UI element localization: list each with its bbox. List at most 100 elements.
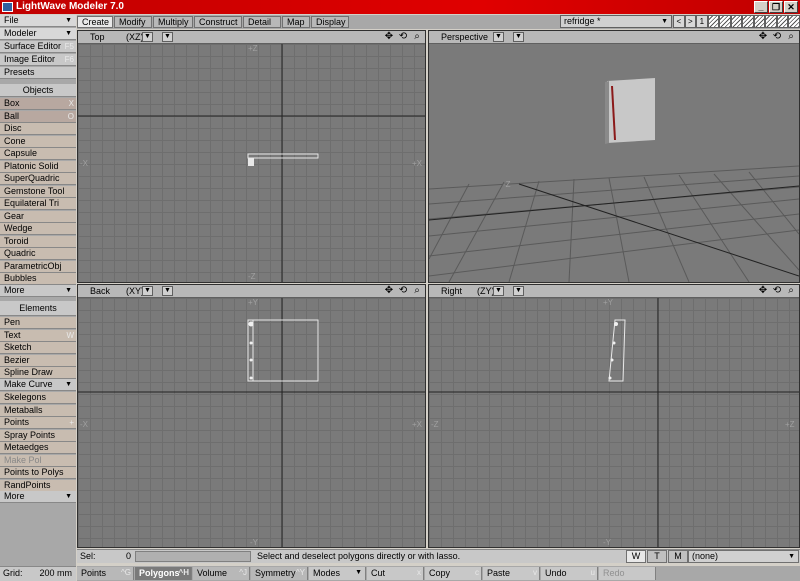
close-button[interactable]: ✕ xyxy=(784,1,798,13)
rotate-view-icon[interactable]: ⟲ xyxy=(397,285,409,297)
cut-button[interactable]: Cut x xyxy=(367,567,424,580)
zoom-icon[interactable]: ⌕ xyxy=(411,31,423,43)
objects-more-button[interactable]: More xyxy=(0,285,76,297)
restore-button[interactable]: ❐ xyxy=(769,1,783,13)
objects-disc-button[interactable]: Disc xyxy=(0,123,76,135)
elements-points-button[interactable]: Points + xyxy=(0,417,76,429)
object-selector[interactable]: refridge * xyxy=(560,15,672,28)
rotate-view-icon[interactable]: ⟲ xyxy=(771,285,783,297)
layer-slot[interactable] xyxy=(719,15,731,28)
redo-button[interactable]: Redo xyxy=(599,567,656,580)
rotate-view-icon[interactable]: ⟲ xyxy=(771,31,783,43)
objects-capsule-button[interactable]: Capsule xyxy=(0,148,76,160)
objects-cone-button[interactable]: Cone xyxy=(0,135,76,148)
tab-create[interactable]: Create xyxy=(77,16,113,28)
points-mode-button[interactable]: Points ^G xyxy=(77,567,134,580)
move-view-icon[interactable]: ✥ xyxy=(383,31,395,43)
w-toggle[interactable]: W xyxy=(626,550,646,563)
layer-slot[interactable] xyxy=(765,15,777,28)
file-menu[interactable]: File xyxy=(0,15,76,27)
elements-spline-draw-button[interactable]: Spline Draw xyxy=(0,367,76,379)
objects-equilateral-tri-button[interactable]: Equilateral Tri xyxy=(0,198,76,210)
render-mode-dropdown[interactable]: ▼ xyxy=(162,286,173,296)
viewport-right[interactable]: Right (ZY) ▼ ▼ ✥ ⟲ ⌕ +Y -Y -Z +Z xyxy=(428,284,800,548)
tab-modify[interactable]: Modify xyxy=(114,16,152,28)
render-mode-dropdown[interactable]: ▼ xyxy=(513,32,524,42)
objects-box-button[interactable]: Box X xyxy=(0,98,76,110)
layer-slot[interactable] xyxy=(730,15,743,28)
layer-slot[interactable] xyxy=(776,15,789,28)
objects-gemstone-tool-button[interactable]: Gemstone Tool xyxy=(0,185,76,198)
tab-construct[interactable]: Construct xyxy=(194,16,242,28)
tab-display[interactable]: Display xyxy=(311,16,349,28)
surface-editor-button[interactable]: Surface Editor F5 xyxy=(0,41,76,53)
m-toggle[interactable]: M xyxy=(668,550,688,563)
layer-slot[interactable] xyxy=(742,15,754,28)
move-view-icon[interactable]: ✥ xyxy=(383,285,395,297)
tab-detail[interactable]: Detail xyxy=(243,16,281,28)
surface-dropdown[interactable]: (none) ▼ xyxy=(688,550,799,563)
view-type-dropdown[interactable]: ▼ xyxy=(493,32,504,42)
render-mode-dropdown[interactable]: ▼ xyxy=(513,286,524,296)
zoom-icon[interactable]: ⌕ xyxy=(785,31,797,43)
viewport-canvas[interactable]: +Y -Y -Z +Z xyxy=(429,298,799,547)
render-mode-dropdown[interactable]: ▼ xyxy=(162,32,173,42)
rotate-view-icon[interactable]: ⟲ xyxy=(397,31,409,43)
elements-randpoints-button[interactable]: RandPoints xyxy=(0,479,76,492)
make-curve-button[interactable]: Make Curve xyxy=(0,379,76,391)
viewport-top[interactable]: Top (XZ) ▼ ▼ ✥ ⟲ ⌕ +Z -Z -X +X xyxy=(77,30,426,283)
symmetry-button[interactable]: Symmetry ^Y xyxy=(251,567,308,580)
view-type-dropdown[interactable]: ▼ xyxy=(142,286,153,296)
layer-slot[interactable] xyxy=(753,15,766,28)
objects-parametricobj-button[interactable]: ParametricObj xyxy=(0,260,76,273)
view-type-dropdown[interactable]: ▼ xyxy=(142,32,153,42)
elements-metaedges-button[interactable]: Metaedges xyxy=(0,442,76,454)
copy-button[interactable]: Copy c xyxy=(425,567,482,580)
elements-text-button[interactable]: Text W xyxy=(0,329,76,342)
zoom-icon[interactable]: ⌕ xyxy=(785,285,797,297)
objects-quadric-button[interactable]: Quadric xyxy=(0,248,76,260)
image-editor-button[interactable]: Image Editor F6 xyxy=(0,54,76,66)
elements-bezier-button[interactable]: Bezier xyxy=(0,354,76,367)
view-type-dropdown[interactable]: ▼ xyxy=(493,286,504,296)
elements-spray-points-button[interactable]: Spray Points xyxy=(0,429,76,442)
elements-points-to-polys-button[interactable]: Points to Polys xyxy=(0,467,76,479)
viewport-canvas[interactable]: -Z xyxy=(429,44,799,282)
tab-map[interactable]: Map xyxy=(282,16,310,28)
minimize-button[interactable]: _ xyxy=(754,1,768,13)
objects-gear-button[interactable]: Gear xyxy=(0,210,76,223)
viewport-canvas[interactable]: +Z -Z -X +X xyxy=(78,44,425,282)
modes-dropdown[interactable]: Modes xyxy=(309,567,366,580)
objects-wedge-button[interactable]: Wedge xyxy=(0,223,76,235)
volume-mode-button[interactable]: Volume ^J xyxy=(193,567,250,580)
objects-platonic-solid-button[interactable]: Platonic Solid xyxy=(0,160,76,173)
layer-slot[interactable] xyxy=(707,15,720,28)
layer-buttons[interactable]: < > 1 xyxy=(673,15,800,28)
move-view-icon[interactable]: ✥ xyxy=(757,285,769,297)
viewport-canvas[interactable]: +Y -Y -X +X xyxy=(78,298,425,547)
objects-bubbles-button[interactable]: Bubbles xyxy=(0,273,76,285)
objects-toroid-button[interactable]: Toroid xyxy=(0,235,76,248)
paste-button[interactable]: Paste v xyxy=(483,567,540,580)
elements-metaballs-button[interactable]: Metaballs xyxy=(0,404,76,417)
elements-make-pol-button[interactable]: Make Pol xyxy=(0,454,76,467)
polygons-mode-button[interactable]: Polygons ^H xyxy=(135,567,192,580)
undo-button[interactable]: Undo u xyxy=(541,567,598,580)
tab-multiply[interactable]: Multiply xyxy=(153,16,193,28)
layer-prev-button[interactable]: < xyxy=(673,15,685,28)
layer-slot[interactable] xyxy=(788,15,800,28)
move-view-icon[interactable]: ✥ xyxy=(757,31,769,43)
elements-pen-button[interactable]: Pen xyxy=(0,317,76,329)
viewport-back[interactable]: Back (XY) ▼ ▼ ✥ ⟲ ⌕ +Y -Y -X +X xyxy=(77,284,426,548)
zoom-icon[interactable]: ⌕ xyxy=(411,285,423,297)
presets-button[interactable]: Presets xyxy=(0,67,76,79)
objects-superquadric-button[interactable]: SuperQuadric xyxy=(0,173,76,185)
layer-next-button[interactable]: > xyxy=(684,15,697,28)
t-toggle[interactable]: T xyxy=(647,550,667,563)
elements-skelegons-button[interactable]: Skelegons xyxy=(0,392,76,404)
elements-more-button[interactable]: More xyxy=(0,491,76,503)
elements-sketch-button[interactable]: Sketch xyxy=(0,342,76,354)
modeler-menu[interactable]: Modeler xyxy=(0,28,76,40)
objects-ball-button[interactable]: Ball O xyxy=(0,110,76,123)
viewport-perspective[interactable]: Perspective ▼ ▼ ✥ ⟲ ⌕ -Z xyxy=(428,30,800,283)
